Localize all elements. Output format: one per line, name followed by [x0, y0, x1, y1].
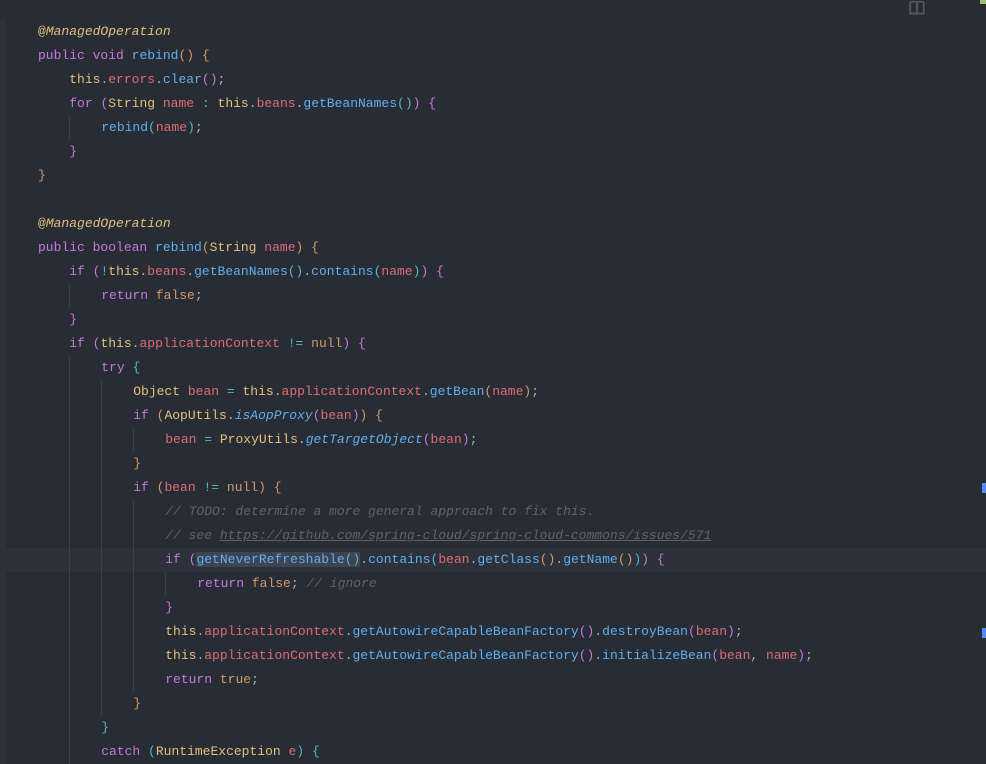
kw-return: return — [197, 576, 244, 591]
id-appctx: applicationContext — [139, 336, 279, 351]
type-string: String — [210, 240, 257, 255]
fn-rebind: rebind — [101, 120, 148, 135]
id-bean: bean — [438, 552, 469, 567]
id-appctx: applicationContext — [204, 648, 344, 663]
kw-if: if — [165, 552, 181, 567]
kw-if: if — [133, 480, 149, 495]
fn-contains: contains — [311, 264, 373, 279]
fn-clear: clear — [163, 72, 202, 87]
fn-initializebean: initializeBean — [602, 648, 711, 663]
id-name: name — [264, 240, 295, 255]
fn-getautowire: getAutowireCapableBeanFactory — [353, 624, 579, 639]
kw-return: return — [101, 288, 148, 303]
id-beans: beans — [147, 264, 186, 279]
id-name: name — [156, 120, 187, 135]
kw-if: if — [69, 264, 85, 279]
id-name: name — [492, 384, 523, 399]
annotation: ManagedOperation — [46, 24, 171, 39]
kw-this: this — [165, 624, 196, 639]
kw-this: this — [100, 336, 131, 351]
kw-this: this — [69, 72, 100, 87]
annotation: ManagedOperation — [46, 216, 171, 231]
kw-null: null — [227, 480, 258, 495]
id-bean: bean — [696, 624, 727, 639]
code-editor[interactable]: @ManagedOperation public void rebind() {… — [0, 0, 986, 752]
fn-getclass: getClass — [477, 552, 539, 567]
kw-public: public — [38, 240, 85, 255]
fn-rebind: rebind — [132, 48, 179, 63]
kw-return: return — [165, 672, 212, 687]
kw-for: for — [69, 96, 92, 111]
id-bean: bean — [165, 432, 196, 447]
kw-this: this — [218, 96, 249, 111]
kw-try: try — [101, 360, 124, 375]
cls-proxyutils: ProxyUtils — [220, 432, 298, 447]
kw-null: null — [311, 336, 342, 351]
id-bean: bean — [164, 480, 195, 495]
fn-getbean: getBean — [430, 384, 485, 399]
fn-contains: contains — [368, 552, 430, 567]
cls-aoputils: AopUtils — [164, 408, 226, 423]
fn-isaopproxy: isAopProxy — [235, 408, 313, 423]
fn-getbeannames: getBeanNames — [303, 96, 397, 111]
id-name: name — [766, 648, 797, 663]
id-bean: bean — [431, 432, 462, 447]
fn-getautowire: getAutowireCapableBeanFactory — [353, 648, 579, 663]
kw-false: false — [156, 288, 195, 303]
kw-if: if — [69, 336, 85, 351]
kw-this: this — [243, 384, 274, 399]
comment-link[interactable]: https://github.com/spring-cloud/spring-c… — [220, 528, 711, 543]
id-errors: errors — [108, 72, 155, 87]
fn-gettargetobject: getTargetObject — [306, 432, 423, 447]
kw-boolean: boolean — [93, 240, 148, 255]
kw-true: true — [220, 672, 251, 687]
kw-this: this — [108, 264, 139, 279]
comment-todo: // TODO: determine a more general approa… — [165, 504, 594, 519]
kw-if: if — [133, 408, 149, 423]
kw-false: false — [252, 576, 291, 591]
comment-see: // see — [165, 528, 220, 543]
comment-ignore: // ignore — [306, 576, 376, 591]
type-object: Object — [133, 384, 180, 399]
id-name: name — [163, 96, 194, 111]
id-bean: bean — [188, 384, 219, 399]
id-name: name — [381, 264, 412, 279]
id-bean: bean — [321, 408, 352, 423]
fn-getneverrefreshable: getNeverRefreshable — [196, 552, 344, 567]
kw-void: void — [93, 48, 124, 63]
kw-this: this — [165, 648, 196, 663]
fn-destroybean: destroyBean — [602, 624, 688, 639]
type-string: String — [108, 96, 155, 111]
id-bean: bean — [719, 648, 750, 663]
fn-rebind: rebind — [155, 240, 202, 255]
id-appctx: applicationContext — [204, 624, 344, 639]
id-appctx: applicationContext — [282, 384, 422, 399]
fn-getbeannames: getBeanNames — [194, 264, 288, 279]
kw-public: public — [38, 48, 85, 63]
fn-getname: getName — [563, 552, 618, 567]
id-beans: beans — [257, 96, 296, 111]
